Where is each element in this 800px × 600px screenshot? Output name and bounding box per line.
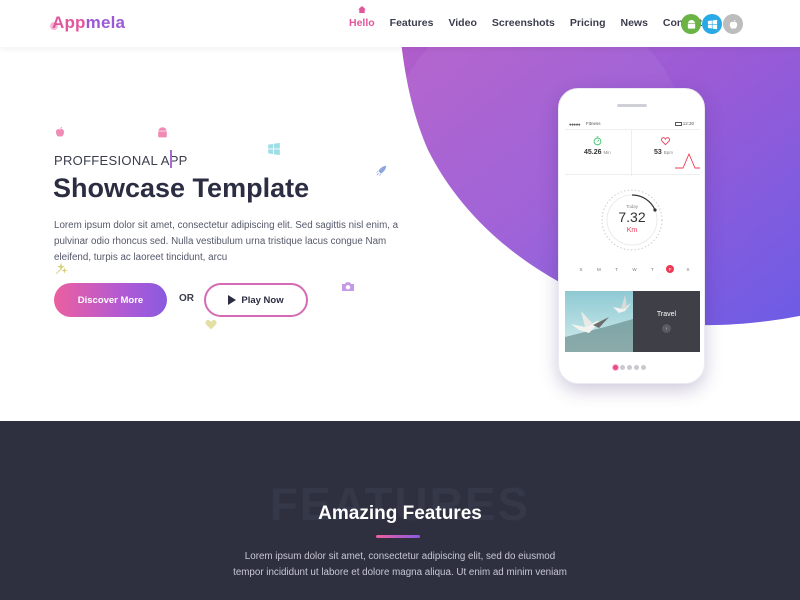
windows-store-button[interactable] (702, 14, 722, 34)
camera-decor-icon (342, 282, 354, 291)
features-description: Lorem ipsum dolor sit amet, consectetur … (233, 551, 567, 578)
day-friday[interactable]: F (666, 265, 675, 273)
arrow-icon: › (662, 324, 671, 333)
status-time: 12:30 (682, 121, 694, 126)
home-icon (358, 6, 366, 13)
battery-icon (675, 122, 682, 126)
android-decor-icon (158, 127, 167, 138)
features-title: Amazing Features (318, 503, 482, 524)
hero-title: Showcase Template (53, 173, 310, 203)
nav-item-hello[interactable]: Hello (349, 6, 375, 29)
dial-unit: Km (626, 227, 638, 234)
android-icon (687, 19, 695, 29)
day-tuesday[interactable]: T (613, 265, 621, 273)
play-now-label: Play Now (241, 294, 284, 306)
android-store-button[interactable] (681, 14, 701, 34)
rocket-decor-icon (375, 165, 387, 177)
heart-decor-icon (205, 320, 217, 330)
phone-status-bar: ●●●●● Fitness 12:30 (565, 119, 700, 129)
phone-mockup: ●●●●● Fitness 12:30 45.26 Min 53 Bpm Today… (558, 88, 705, 384)
discover-more-button[interactable]: Discover More (54, 283, 167, 317)
title-underline (376, 535, 420, 538)
nav-item-video[interactable]: Video (448, 17, 476, 29)
nav-item-news[interactable]: News (620, 17, 647, 29)
day-monday[interactable]: M (595, 265, 603, 273)
seagull-illustration (565, 295, 633, 352)
windows-decor-icon (268, 142, 280, 156)
slide-dot[interactable] (613, 365, 618, 370)
day-sunday[interactable]: S (577, 265, 585, 273)
play-icon (228, 295, 237, 305)
typing-cursor (170, 150, 172, 168)
phone-speaker (617, 104, 647, 107)
hero-description: Lorem ipsum dolor sit amet, consectetur … (54, 220, 399, 263)
fitness-stats: 45.26 Min 53 Bpm (565, 129, 700, 176)
stat-heart-rate: 53 Bpm (654, 149, 674, 156)
apple-store-button[interactable] (723, 14, 743, 34)
dial-value: 7.32 (618, 209, 646, 225)
slide-dot[interactable] (634, 365, 639, 370)
status-app-name: Fitness (586, 121, 601, 126)
seagull-photo (565, 291, 633, 352)
apple-decor-icon (56, 126, 64, 137)
pulse-line (675, 152, 700, 169)
nav-item-features[interactable]: Features (390, 17, 434, 29)
features-section: FEATURES Amazing Features Lorem ipsum do… (0, 421, 800, 600)
logo[interactable]: Appmela (52, 13, 125, 33)
nav-item-pricing[interactable]: Pricing (570, 17, 606, 29)
slide-dot[interactable] (641, 365, 646, 370)
signal-icon: ●●●●● (569, 122, 581, 127)
slider-dots (613, 365, 648, 370)
site-header: Appmela Hello Features Video Screenshots… (0, 0, 800, 47)
travel-card[interactable]: Travel › (633, 291, 700, 352)
day-wednesday[interactable]: W (630, 265, 638, 273)
play-now-button[interactable]: Play Now (204, 283, 308, 317)
slide-dot[interactable] (620, 365, 625, 370)
stopwatch-icon (593, 136, 602, 146)
windows-icon (707, 19, 717, 29)
stat-time: 45.26 Min (584, 149, 611, 156)
or-separator: OR (179, 293, 194, 304)
slide-dot[interactable] (627, 365, 632, 370)
heart-rate-icon (661, 137, 670, 145)
hero-subtitle: PROFFESIONAL APP (54, 153, 188, 168)
travel-label: Travel (656, 311, 677, 318)
discover-more-label: Discover More (77, 294, 144, 306)
main-nav: Hello Features Video Screenshots Pricing… (349, 6, 717, 29)
day-saturday[interactable]: S (684, 265, 692, 273)
apple-icon (729, 19, 737, 29)
nav-item-screenshots[interactable]: Screenshots (492, 17, 555, 29)
day-thursday[interactable]: T (648, 265, 656, 273)
phone-screen: ●●●●● Fitness 12:30 45.26 Min 53 Bpm Today… (565, 119, 700, 352)
weekday-selector: S M T W T F S (577, 265, 692, 273)
